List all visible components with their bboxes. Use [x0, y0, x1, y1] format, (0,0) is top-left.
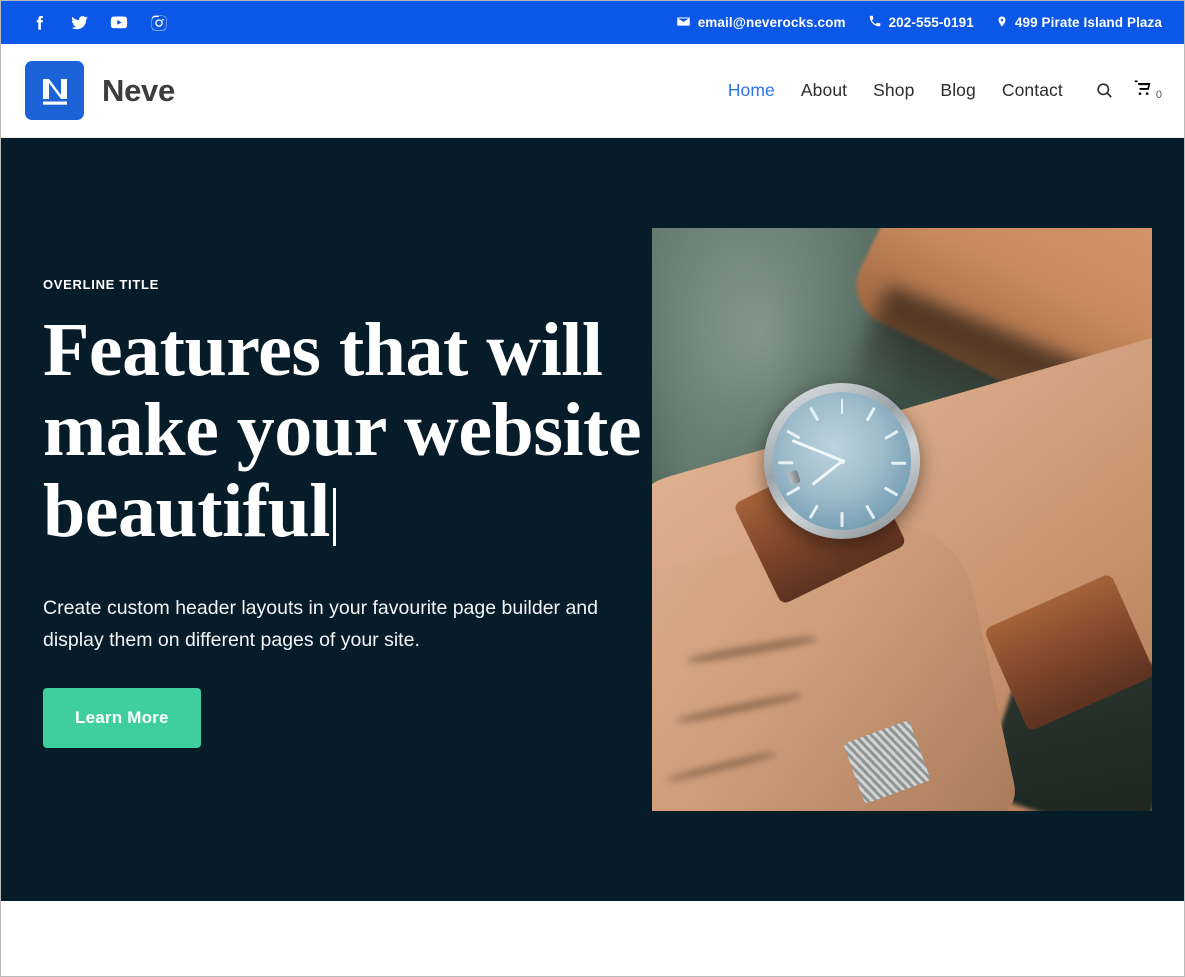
- hero-section: OVERLINE TITLE Features that will make y…: [1, 138, 1184, 901]
- instagram-icon[interactable]: [149, 13, 169, 33]
- twitter-icon[interactable]: [69, 13, 89, 33]
- nav-item-about[interactable]: About: [801, 80, 847, 101]
- map-pin-icon: [996, 14, 1008, 32]
- main-navigation: Home About Shop Blog Contact 0: [728, 78, 1162, 103]
- learn-more-button[interactable]: Learn More: [43, 688, 201, 749]
- search-icon[interactable]: [1095, 81, 1114, 100]
- email-contact[interactable]: email@neverocks.com: [676, 14, 846, 32]
- address-contact[interactable]: 499 Pirate Island Plaza: [996, 14, 1162, 32]
- browser-page: email@neverocks.com 202-555-0191 499 Pir…: [0, 0, 1185, 977]
- watch-photo: [652, 228, 1152, 811]
- brand-logo-link[interactable]: Neve: [25, 61, 175, 120]
- phone-contact[interactable]: 202-555-0191: [868, 14, 974, 31]
- hero-image-container: [652, 228, 1152, 811]
- header-tools: 0: [1095, 78, 1162, 103]
- nav-item-shop[interactable]: Shop: [873, 80, 914, 101]
- email-text: email@neverocks.com: [697, 15, 846, 30]
- social-links: [29, 13, 169, 33]
- site-header: Neve Home About Shop Blog Contact 0: [1, 44, 1184, 138]
- watch-minute-hand: [791, 439, 843, 463]
- top-contact-bar: email@neverocks.com 202-555-0191 499 Pir…: [1, 1, 1184, 44]
- phone-icon: [868, 14, 882, 31]
- cart-count: 0: [1155, 89, 1162, 101]
- cart-button[interactable]: 0: [1132, 78, 1162, 103]
- brand-name: Neve: [102, 72, 175, 108]
- hero-content: OVERLINE TITLE Features that will make y…: [43, 277, 643, 763]
- content-section-below-hero: [1, 901, 1184, 976]
- photo-watch-case: [764, 383, 920, 540]
- photo-watch-dial: [773, 392, 911, 531]
- phone-text: 202-555-0191: [888, 15, 974, 30]
- nav-item-home[interactable]: Home: [728, 80, 775, 101]
- nav-item-blog[interactable]: Blog: [940, 80, 975, 101]
- hero-subtitle: Create custom header layouts in your fav…: [43, 597, 598, 651]
- watch-center-pin: [839, 458, 845, 464]
- nav-item-contact[interactable]: Contact: [1002, 80, 1063, 101]
- address-text: 499 Pirate Island Plaza: [1014, 15, 1162, 30]
- watch-hour-hand: [811, 460, 843, 486]
- hero-overline: OVERLINE TITLE: [43, 276, 159, 292]
- hero-headline: Features that will make your website bea…: [43, 307, 643, 553]
- text-cursor-icon: [332, 487, 336, 546]
- neve-logo-icon: [25, 61, 84, 120]
- contact-info: email@neverocks.com 202-555-0191 499 Pir…: [676, 14, 1162, 32]
- envelope-icon: [676, 14, 691, 32]
- hero-headline-text: Features that will make your website bea…: [43, 307, 642, 553]
- youtube-icon[interactable]: [109, 13, 129, 33]
- facebook-icon[interactable]: [29, 13, 49, 33]
- cart-icon: [1132, 78, 1154, 103]
